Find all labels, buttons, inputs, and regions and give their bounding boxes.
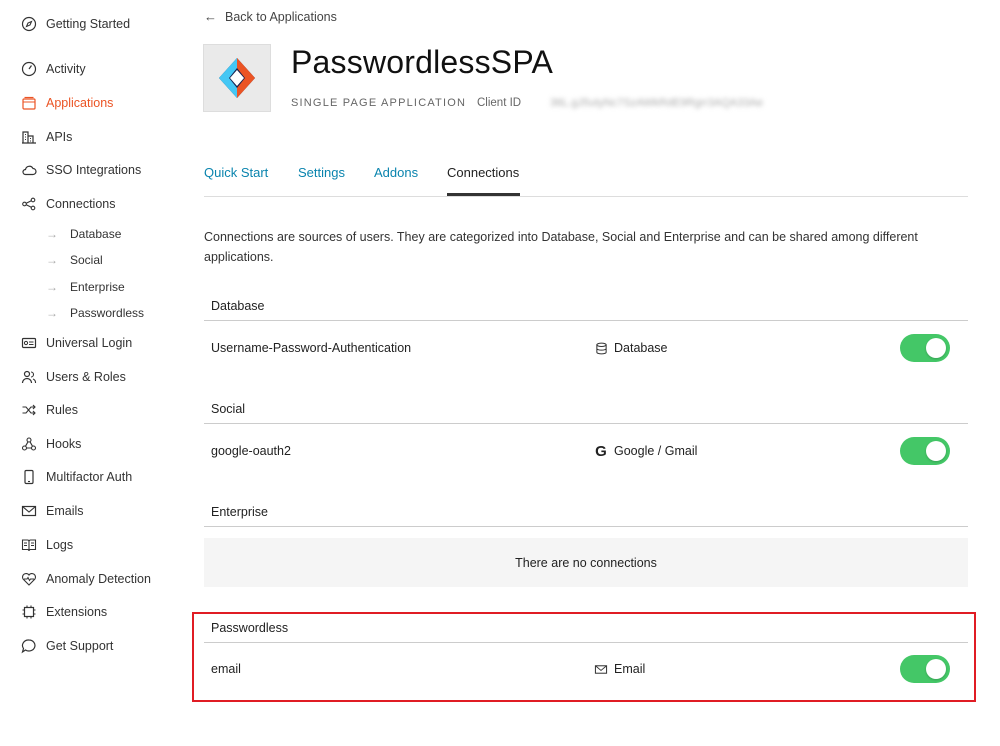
connection-type-label: Database <box>614 341 668 355</box>
sidebar-item-label: Applications <box>46 96 114 110</box>
sidebar-item-label: Anomaly Detection <box>46 572 151 586</box>
users-icon <box>20 368 38 386</box>
login-card-icon <box>20 334 38 352</box>
sidebar-item-label: Hooks <box>46 437 82 451</box>
compass-icon <box>20 15 38 33</box>
sidebar-item-label: Multifactor Auth <box>46 470 133 484</box>
connections-description: Connections are sources of users. They a… <box>204 230 918 264</box>
app-logo <box>203 44 271 112</box>
tab-settings[interactable]: Settings <box>298 165 345 180</box>
sidebar-item-activity[interactable]: Activity <box>20 58 86 80</box>
connection-type-label: Google / Gmail <box>614 444 698 458</box>
hooks-icon <box>20 435 38 453</box>
toggle-knob <box>926 441 946 461</box>
sidebar-item-sso-integrations[interactable]: SSO Integrations <box>20 159 141 181</box>
tab-bar: Quick Start Settings Addons Connections <box>204 156 968 197</box>
sidebar-item-users-roles[interactable]: Users & Roles <box>20 366 126 388</box>
sidebar-item-connections[interactable]: Connections <box>20 193 116 215</box>
sidebar-item-getting-started[interactable]: Getting Started <box>20 13 130 35</box>
chat-bubble-icon <box>20 637 38 655</box>
sidebar-item-logs[interactable]: Logs <box>20 534 73 556</box>
sidebar-item-applications[interactable]: Applications <box>20 92 113 114</box>
tab-addons[interactable]: Addons <box>374 165 418 180</box>
applications-icon <box>20 94 38 112</box>
active-tab-indicator <box>447 193 520 196</box>
sidebar-subitem-label: Social <box>70 253 103 267</box>
shuffle-icon <box>20 401 38 419</box>
section-title: Enterprise <box>211 505 268 519</box>
share-nodes-icon <box>20 195 38 213</box>
back-to-applications-link[interactable]: ← Back to Applications <box>204 9 337 24</box>
sidebar-item-label: Emails <box>46 504 84 518</box>
app-logo-icon <box>219 58 255 98</box>
arrow-right-icon: → <box>46 306 58 320</box>
section-header-enterprise: Enterprise <box>204 498 968 527</box>
sidebar-item-label: Getting Started <box>46 17 131 31</box>
sidebar-item-label: Connections <box>46 197 116 211</box>
sidebar-subitem-social[interactable]: → Social <box>46 250 103 270</box>
gauge-icon <box>20 60 38 78</box>
client-id-label: Client ID <box>477 97 522 109</box>
section-header-database: Database <box>204 292 968 321</box>
empty-connections-message: There are no connections <box>204 538 968 587</box>
heart-pulse-icon <box>20 570 38 588</box>
connection-row: google-oauth2 G Google / Gmail <box>204 431 968 471</box>
google-icon: G <box>595 442 607 460</box>
client-id-value[interactable]: 3ttL.gJ5utyNc7SzAWkRdE9Rgrr3AQA33Ae <box>550 97 763 109</box>
arrow-right-icon: → <box>46 227 58 241</box>
connection-type: G Google / Gmail <box>594 442 698 460</box>
app-type-label: SINGLE PAGE APPLICATION <box>291 97 467 109</box>
connection-type: Database <box>594 341 668 355</box>
sidebar-item-multifactor-auth[interactable]: Multifactor Auth <box>20 466 132 488</box>
arrow-right-icon: → <box>46 280 58 294</box>
sidebar: Getting Started Activity Applications AP… <box>0 0 180 746</box>
sidebar-item-label: Rules <box>46 403 78 417</box>
sidebar-item-universal-login[interactable]: Universal Login <box>20 332 132 354</box>
connection-toggle[interactable] <box>900 437 950 465</box>
sidebar-item-label: APIs <box>46 130 73 144</box>
sidebar-item-label: Extensions <box>46 605 108 619</box>
sidebar-item-label: Universal Login <box>46 336 133 350</box>
toggle-knob <box>926 338 946 358</box>
database-icon <box>594 341 608 355</box>
sidebar-item-hooks[interactable]: Hooks <box>20 433 81 455</box>
phone-icon <box>20 468 38 486</box>
apis-icon <box>20 128 38 146</box>
sidebar-item-label: Users & Roles <box>46 370 126 384</box>
sidebar-item-label: Get Support <box>46 639 114 653</box>
sidebar-item-rules[interactable]: Rules <box>20 399 78 421</box>
section-header-social: Social <box>204 395 968 424</box>
sidebar-subitem-passwordless[interactable]: → Passwordless <box>46 303 144 323</box>
mail-icon <box>20 502 38 520</box>
sidebar-subitem-label: Database <box>70 227 122 241</box>
sidebar-item-label: SSO Integrations <box>46 163 142 177</box>
back-label: Back to Applications <box>225 9 337 24</box>
sidebar-subitem-database[interactable]: → Database <box>46 224 121 244</box>
highlight-box <box>192 612 976 702</box>
sidebar-subitem-label: Enterprise <box>70 280 125 294</box>
chip-icon <box>20 603 38 621</box>
sidebar-item-apis[interactable]: APIs <box>20 126 72 148</box>
sidebar-subitem-enterprise[interactable]: → Enterprise <box>46 277 125 297</box>
arrow-left-icon: ← <box>204 9 217 24</box>
cloud-icon <box>20 161 38 179</box>
connection-toggle[interactable] <box>900 334 950 362</box>
section-title: Social <box>211 402 246 416</box>
sidebar-item-get-support[interactable]: Get Support <box>20 635 113 657</box>
arrow-right-icon: → <box>46 253 58 267</box>
sidebar-item-label: Activity <box>46 62 86 76</box>
sidebar-item-emails[interactable]: Emails <box>20 500 84 522</box>
sidebar-item-extensions[interactable]: Extensions <box>20 601 107 623</box>
page-title: PasswordlessSPA <box>291 44 554 80</box>
sidebar-item-label: Logs <box>46 538 74 552</box>
tab-connections[interactable]: Connections <box>447 165 519 180</box>
connection-name: Username-Password-Authentication <box>211 341 412 355</box>
section-title: Database <box>211 299 265 313</box>
sidebar-item-anomaly-detection[interactable]: Anomaly Detection <box>20 568 151 590</box>
book-icon <box>20 536 38 554</box>
tab-quick-start[interactable]: Quick Start <box>204 165 268 180</box>
sidebar-subitem-label: Passwordless <box>70 306 145 320</box>
connection-row: Username-Password-Authentication Databas… <box>204 328 968 368</box>
connection-name: google-oauth2 <box>211 444 291 458</box>
